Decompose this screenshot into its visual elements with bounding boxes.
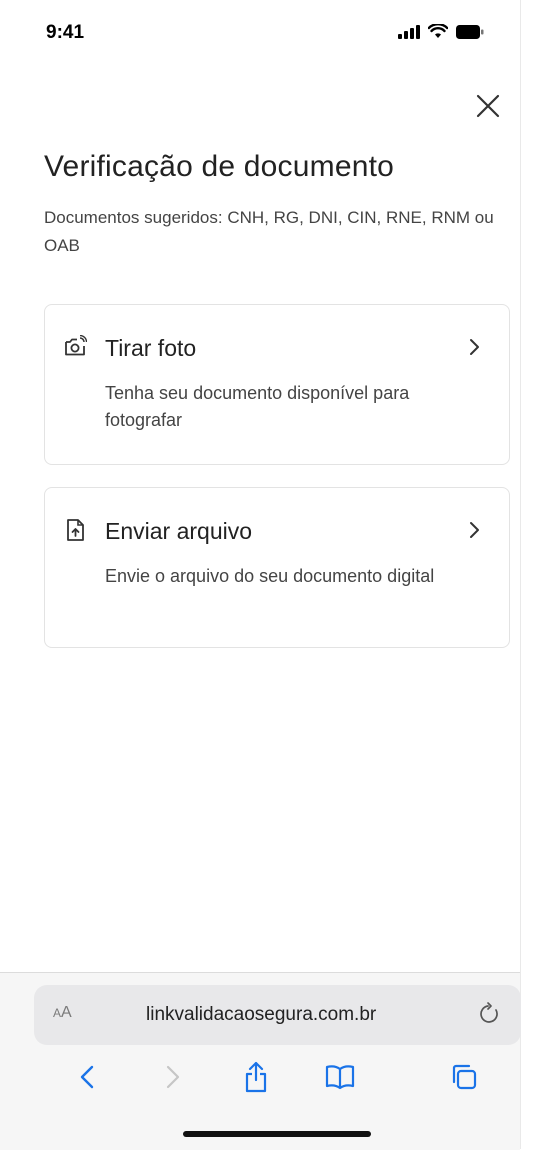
back-button[interactable] [68,1057,108,1097]
browser-bar: AA linkvalidacaosegura.com.br [0,972,521,1150]
bookmarks-icon [325,1065,355,1090]
wifi-icon [428,24,448,38]
option-card-upload-file[interactable]: Enviar arquivo Envie o arquivo do seu do… [44,487,510,648]
status-icons [398,24,484,39]
page-title: Verificação de documento [44,150,395,183]
option-card-take-photo[interactable]: Tirar foto Tenha seu documento disponíve… [44,304,510,465]
signal-icon [398,24,420,39]
tabs-button[interactable] [444,1057,484,1097]
option-title: Enviar arquivo [105,518,253,544]
option-description: Tenha seu documento disponível para foto… [105,383,410,430]
address-bar[interactable]: AA linkvalidacaosegura.com.br [34,985,521,1045]
bookmarks-button[interactable] [320,1057,360,1097]
chevron-right-icon [470,522,479,538]
forward-button[interactable] [152,1057,192,1097]
file-upload-icon [67,519,84,541]
chevron-right-icon [470,339,479,355]
close-icon [476,94,500,118]
back-icon [80,1065,94,1089]
option-title: Tirar foto [105,335,197,361]
option-description: Envie o arquivo do seu documento digital [105,566,435,586]
text-size-button[interactable]: AA [53,1004,72,1022]
status-bar: 9:41 [0,0,520,60]
share-button[interactable] [236,1057,276,1097]
reload-icon[interactable] [478,1001,502,1027]
page-subtitle: Documentos sugeridos: CNH, RG, DNI, CIN,… [44,208,494,255]
battery-icon [456,24,484,39]
home-indicator [183,1131,371,1137]
phone-screen: 9:41 Verificação de documento Documentos… [0,0,521,1150]
tabs-icon [452,1064,477,1090]
browser-toolbar [0,1057,520,1097]
camera-icon [65,335,87,356]
close-button[interactable] [470,88,506,124]
forward-icon [166,1065,180,1089]
share-icon [245,1061,267,1093]
status-time: 9:41 [46,22,85,43]
url-text[interactable]: linkvalidacaosegura.com.br [146,1004,376,1026]
